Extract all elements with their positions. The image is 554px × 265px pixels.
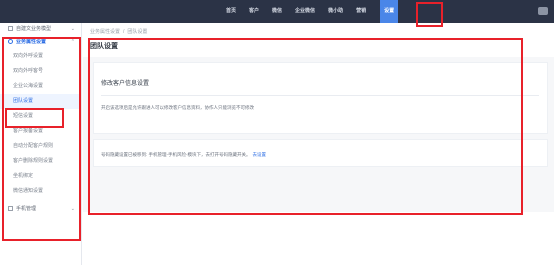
folder-icon — [8, 26, 13, 32]
sidebar-group-label: 自建文业务模型 — [16, 26, 52, 32]
highlight-box-content — [88, 38, 523, 215]
nav-marketing[interactable]: 营销 — [352, 0, 370, 23]
nav-settings[interactable]: 设置 — [380, 0, 399, 23]
nav-wecom[interactable]: 企业微信 — [291, 0, 319, 23]
nav-wechat[interactable]: 微信 — [268, 0, 286, 23]
nav-customers[interactable]: 客户 — [245, 0, 263, 23]
main-nav: 首页 客户 微信 企业微信 微小助 营销 设置 — [222, 0, 403, 23]
highlight-box-nav-settings — [416, 2, 443, 27]
nav-home[interactable]: 首页 — [222, 0, 240, 23]
breadcrumb-parent[interactable]: 业务属性设置 — [90, 29, 120, 35]
user-avatar-icon[interactable] — [538, 7, 548, 15]
sidebar-group-custom-model[interactable]: 自建文业务模型 ⌄ — [0, 23, 81, 36]
breadcrumb-separator: / — [123, 29, 125, 35]
top-navbar: 首页 客户 微信 企业微信 微小助 营销 设置 — [0, 0, 554, 23]
chevron-down-icon: ⌄ — [70, 26, 75, 32]
nav-assistant[interactable]: 微小助 — [324, 0, 347, 23]
breadcrumb: 业务属性设置 / 团队设置 — [90, 28, 150, 35]
highlight-box-sidebar-group — [2, 37, 81, 241]
breadcrumb-current: 团队设置 — [127, 29, 148, 35]
highlight-box-team-settings — [5, 108, 64, 128]
